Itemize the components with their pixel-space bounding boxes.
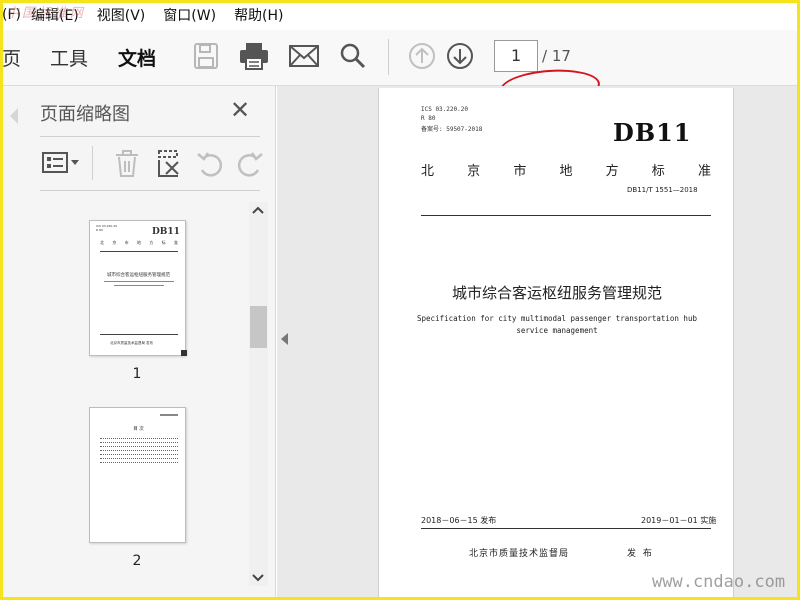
footer-rule bbox=[421, 528, 711, 529]
thumbnail-std-char: 市 bbox=[124, 240, 129, 245]
scroll-up-icon[interactable] bbox=[252, 204, 264, 217]
scroll-down-icon[interactable] bbox=[252, 572, 264, 585]
menu-view[interactable]: 视图(V) bbox=[97, 5, 146, 25]
standard-type-char: 地 bbox=[559, 164, 573, 179]
collapse-panel-icon[interactable] bbox=[281, 333, 288, 345]
thumbnail-db-mark: DB11 bbox=[152, 227, 180, 237]
document-view: ICS 03.220.20 R 80 备案号: 59507-2018 DB11 … bbox=[277, 86, 800, 600]
toolbar-separator bbox=[388, 39, 389, 75]
panel-divider bbox=[40, 190, 260, 191]
publish-label: 发 布 bbox=[627, 549, 654, 559]
print-icon[interactable] bbox=[239, 42, 269, 74]
panel-pointer bbox=[10, 108, 18, 124]
watermark-top: 中国标准网 bbox=[6, 6, 87, 21]
thumbnail-options-icon[interactable] bbox=[42, 150, 80, 180]
standard-type-char: 标 bbox=[651, 164, 665, 179]
tab-document[interactable]: 文档 bbox=[118, 44, 156, 71]
tools-separator bbox=[92, 146, 93, 180]
issuer: 北京市质量技术监督局 bbox=[469, 549, 570, 559]
menu-bar: (F) 编辑(E) 视图(V) 窗口(W) 帮助(H) bbox=[0, 0, 800, 30]
thumbnail-label: 1 bbox=[132, 366, 142, 382]
page-number-input[interactable]: 1 bbox=[494, 40, 538, 72]
thumbnail-std-char: 方 bbox=[149, 240, 154, 245]
class-code: R 80 bbox=[421, 115, 436, 122]
standard-type-char: 京 bbox=[467, 164, 481, 179]
document-page: ICS 03.220.20 R 80 备案号: 59507-2018 DB11 … bbox=[378, 88, 734, 600]
watermark-bottom: www.cndao.com bbox=[652, 572, 786, 592]
rotate-clockwise-icon[interactable] bbox=[236, 150, 264, 182]
tab-tools[interactable]: 工具 bbox=[50, 44, 88, 71]
scrollbar-thumb[interactable] bbox=[250, 306, 267, 348]
ics-code: ICS 03.220.20 bbox=[421, 106, 468, 113]
standard-code: DB11/T 1551—2018 bbox=[627, 186, 698, 194]
standard-type-char: 方 bbox=[605, 164, 619, 179]
rotate-counterclockwise-icon[interactable] bbox=[196, 150, 224, 182]
standard-type-char: 市 bbox=[513, 164, 527, 179]
thumbnail-std-char: 京 bbox=[112, 240, 117, 245]
page-total: / 17 bbox=[542, 47, 571, 65]
thumbnail-std-char: 准 bbox=[173, 240, 178, 245]
next-page-icon[interactable] bbox=[446, 42, 474, 74]
thumbnail-std-char: 北 bbox=[100, 240, 104, 245]
thumbnail-toc-title: 目 次 bbox=[133, 427, 144, 432]
thumbnail-page-1[interactable]: ICS 03.220.20 R 80 DB11 北 京 市 地 方 标 准 城市… bbox=[89, 220, 187, 356]
db-mark: DB11 bbox=[613, 118, 692, 147]
standard-type-char: 准 bbox=[697, 164, 711, 179]
mail-icon[interactable] bbox=[289, 42, 319, 74]
thumbnail-label: 2 bbox=[132, 553, 142, 569]
thumbnail-panel: 页面缩略图 ✕ ICS 03.220.20 R 80 DB11 北 京 市 地 … bbox=[0, 86, 276, 600]
thumbnail-corner-marker bbox=[181, 350, 187, 356]
thumbnail-title: 城市综合客运枢纽服务管理规范 bbox=[107, 273, 170, 278]
save-icon[interactable] bbox=[193, 42, 219, 74]
extract-page-icon[interactable] bbox=[156, 150, 182, 182]
effective-date: 2019－01－01 实施 bbox=[641, 516, 717, 525]
panel-title: 页面缩略图 bbox=[40, 104, 130, 125]
english-title: Specification for city multimodal passen… bbox=[417, 314, 697, 335]
trash-icon[interactable] bbox=[114, 150, 140, 182]
standard-type-char: 北 bbox=[421, 164, 435, 179]
standard-type-line: 北 京 市 地 方 标 准 bbox=[421, 160, 711, 179]
thumbnail-page-2[interactable]: 目 次 bbox=[89, 407, 186, 543]
record-number: 备案号: 59507-2018 bbox=[421, 126, 483, 133]
previous-page-icon[interactable] bbox=[408, 42, 436, 74]
thumbnail-scrollbar[interactable] bbox=[249, 202, 268, 586]
thumbnail-std-char: 标 bbox=[161, 240, 166, 245]
thumbnail-std-char: 地 bbox=[136, 240, 141, 245]
document-title: 城市综合客运枢纽服务管理规范 bbox=[451, 284, 662, 302]
search-icon[interactable] bbox=[339, 42, 367, 74]
thumbnail-list: ICS 03.220.20 R 80 DB11 北 京 市 地 方 标 准 城市… bbox=[0, 196, 248, 600]
issue-date: 2018－06－15 发布 bbox=[421, 516, 497, 525]
header-rule bbox=[421, 215, 711, 216]
thumbnail-issuer: 北京市质量技术监督局 发布 bbox=[110, 341, 154, 345]
panel-divider bbox=[40, 136, 260, 137]
thumbnail-std-line: 北 京 市 地 方 标 准 bbox=[100, 240, 178, 246]
tab-home[interactable]: 页 bbox=[2, 44, 21, 71]
menu-window[interactable]: 窗口(W) bbox=[163, 5, 216, 25]
close-icon[interactable]: ✕ bbox=[230, 98, 250, 122]
menu-help[interactable]: 帮助(H) bbox=[234, 5, 283, 25]
thumbnail-tools bbox=[40, 146, 270, 182]
toolbar: 页 工具 文档 1 / 17 bbox=[0, 30, 800, 108]
